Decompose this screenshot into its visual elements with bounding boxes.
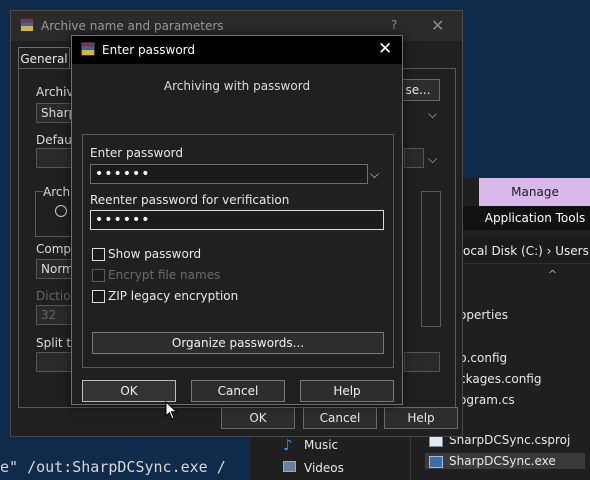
file-item-label: ogram.cs — [459, 393, 515, 407]
format-radio[interactable] — [55, 205, 67, 217]
file-item-label: SharpDCSync.csproj — [449, 433, 571, 447]
manage-tab[interactable]: Manage — [479, 178, 590, 206]
chevron-down-icon[interactable]: ⌵ — [428, 107, 437, 122]
close-icon[interactable]: ✕ — [431, 16, 444, 35]
mouse-cursor-icon — [165, 401, 178, 420]
file-item-label: SharpDCSync.exe — [449, 454, 556, 468]
reenter-password-label-text: Reenter password for verification — [90, 193, 290, 207]
show-password-checkbox[interactable] — [92, 248, 105, 261]
videos-icon — [283, 461, 296, 472]
close-icon[interactable]: ✕ — [378, 39, 392, 59]
winrar-icon — [20, 18, 34, 32]
compression-select[interactable]: Normal — [36, 259, 72, 279]
reenter-password-label: Reenter password for verification — [90, 193, 289, 207]
help-button[interactable]: Help — [300, 380, 394, 402]
options-group — [421, 191, 441, 327]
archive-ok-button[interactable]: OK — [221, 407, 295, 429]
cancel-button[interactable]: Cancel — [191, 380, 285, 402]
dialog-subtitle: Archiving with password — [163, 79, 311, 93]
show-password-label[interactable]: Show password — [108, 247, 201, 261]
application-tools-tab[interactable]: Application Tools — [479, 206, 590, 230]
reenter-password-input[interactable]: •••••• — [90, 210, 384, 230]
update-mode-field[interactable] — [404, 148, 424, 168]
profile-field[interactable] — [36, 148, 72, 168]
enter-password-label: Enter password — [90, 146, 183, 160]
organize-passwords-button[interactable]: Organize passwords... — [92, 332, 384, 354]
console-output: e" /out:SharpDCSync.exe / — [0, 458, 226, 476]
dictionary-label: Dictiona — [36, 289, 72, 303]
chevron-up-icon[interactable]: ^ — [548, 268, 557, 281]
list-item-selected[interactable]: SharpDCSync.exe — [425, 453, 585, 469]
split-field[interactable] — [36, 352, 72, 372]
ok-button[interactable]: OK — [82, 380, 176, 402]
explorer-nav-pane: ♪ Music Videos — [250, 430, 410, 480]
archive-name-field[interactable]: SharpD — [36, 103, 72, 123]
list-item[interactable]: ckages.config — [459, 372, 541, 386]
file-item-label: p.config — [459, 351, 508, 365]
file-item-label: ckages.config — [459, 372, 542, 386]
help-icon[interactable]: ? — [391, 18, 397, 32]
enter-password-dialog: Enter password ✕ Archiving with password… — [71, 35, 403, 405]
archive-dialog-title: Archive name and parameters — [41, 19, 224, 33]
archive-help-button[interactable]: Help — [384, 407, 458, 429]
password-dialog-titlebar: Enter password ✕ — [72, 36, 402, 64]
list-item[interactable]: p.config — [459, 351, 507, 365]
winrar-icon — [81, 42, 95, 56]
chevron-down-icon[interactable]: ⌵ — [428, 152, 437, 167]
nav-item-videos[interactable]: Videos — [304, 461, 344, 475]
dictionary-select[interactable]: 32 — [36, 305, 72, 325]
address-path[interactable]: ocal Disk (C:) › Users — [463, 244, 589, 258]
split-label: Split to — [36, 336, 72, 350]
archive-format-label: Archi — [43, 185, 73, 199]
compression-label: Compre — [36, 242, 72, 256]
archive-name-label: Archive — [36, 85, 72, 99]
password-input[interactable]: •••••• — [90, 164, 368, 184]
list-item[interactable]: operties — [459, 308, 508, 322]
desktop: { "console": { "text": "e\" /out:SharpDC… — [0, 0, 590, 480]
zip-legacy-checkbox[interactable] — [92, 290, 105, 303]
chevron-down-icon[interactable]: ⌵ — [370, 167, 379, 182]
password-button-slot[interactable] — [404, 352, 440, 372]
tab-general[interactable]: General — [18, 47, 70, 69]
encrypt-file-names-checkbox[interactable] — [92, 269, 105, 282]
encrypt-file-names-label: Encrypt file names — [108, 268, 221, 282]
nav-item-music[interactable]: Music — [304, 438, 338, 452]
enter-password-label-text: Enter password — [90, 146, 183, 160]
music-icon: ♪ — [283, 436, 293, 454]
file-item-label: operties — [459, 308, 508, 322]
default-profile-label: Default — [36, 133, 72, 147]
password-dialog-title: Enter password — [102, 43, 195, 57]
zip-legacy-label[interactable]: ZIP legacy encryption — [108, 289, 238, 303]
archive-cancel-button[interactable]: Cancel — [303, 407, 377, 429]
list-item[interactable]: ogram.cs — [459, 393, 515, 407]
exe-file-icon — [429, 455, 443, 468]
